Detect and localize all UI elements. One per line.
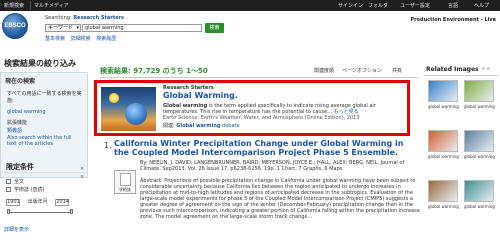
research-starter-related: 関連: Global warming debate xyxy=(163,122,240,129)
limit-full-text[interactable]: 全文 xyxy=(6,178,24,185)
nav-separator xyxy=(30,1,31,10)
searching-label: Searching: Research Starters xyxy=(45,15,124,21)
research-starter-description: Global warming is the term applied speci… xyxy=(163,103,403,115)
checkbox[interactable] xyxy=(6,179,11,184)
publication-date-label: 出版年月 xyxy=(27,199,48,205)
user-settings-link[interactable]: ユーザー設定 xyxy=(400,2,430,9)
refine-results-title: 検索結果の絞り込み xyxy=(4,59,76,68)
result-number: 1. xyxy=(104,141,112,150)
share-menu[interactable]: 共有 xyxy=(392,67,402,74)
advanced-search-link[interactable]: 詳細検索 xyxy=(71,36,91,42)
expander-synonyms[interactable]: 類義語 xyxy=(7,127,22,134)
research-starter-box: Research Starters Global Warming. Global… xyxy=(94,80,410,136)
related-image-caption[interactable]: global warming xyxy=(428,204,460,209)
search-input[interactable]: global warming xyxy=(82,24,202,32)
related-image-thumbnail[interactable] xyxy=(428,180,458,202)
language-menu[interactable]: 言語 xyxy=(448,2,458,9)
related-topic-suffix[interactable]: debate xyxy=(220,123,240,129)
year-from-input[interactable]: 1901 xyxy=(6,199,20,206)
related-image-thumbnail[interactable] xyxy=(428,130,458,152)
related-images-title: Related Images xyxy=(426,66,479,73)
expander-full-text[interactable]: Also search within the full text of the … xyxy=(7,135,75,147)
publication-date-range: 1901 出版年月 2014 xyxy=(6,198,70,206)
environment-label: Production Environment - Live xyxy=(410,17,496,23)
chevron-down-icon: ▾ xyxy=(76,25,79,31)
limit-peer-reviewed[interactable]: 学術誌 (査読) xyxy=(6,186,45,193)
field-select-value: キーワード xyxy=(48,25,74,31)
related-label: 関連: xyxy=(163,123,175,129)
searching-database[interactable]: Research Starters xyxy=(73,15,124,21)
field-select[interactable]: キーワード ▾ xyxy=(45,24,81,32)
basic-search-link[interactable]: 基本検索 xyxy=(45,36,65,42)
related-image-caption[interactable]: global warming xyxy=(428,154,460,159)
result-title-emphasis: Global Warming xyxy=(320,139,393,148)
multimedia-link[interactable]: マルチメディア xyxy=(34,2,69,9)
refine-results-panel: 検索結果の絞り込み 現在の検索 すべての用語に一致する検索を実施: global… xyxy=(0,56,90,240)
search-history-link[interactable]: 検索履歴 xyxy=(96,36,116,42)
research-starter-title[interactable]: Global Warming. xyxy=(163,91,238,100)
results-count: 検索結果: 97,729 のうち 1〜50 xyxy=(100,67,208,75)
related-image-caption[interactable]: global warming xyxy=(464,204,496,209)
research-starter-source: Earth Science: Earth's Weather, Water, a… xyxy=(163,115,360,121)
related-image-thumbnail[interactable] xyxy=(464,180,494,202)
result-abstract: Abstract: Projections of possible precip… xyxy=(140,178,420,220)
related-images-controls[interactable]: « » xyxy=(482,66,490,72)
remove-expander-icon[interactable]: ✕ xyxy=(80,174,86,180)
checkbox[interactable] xyxy=(6,187,11,192)
date-slider-track[interactable] xyxy=(8,212,72,213)
expander-synonyms-label: 類義語 xyxy=(7,128,23,134)
limit-peer-reviewed-label: 学術誌 (査読) xyxy=(14,187,45,193)
top-navigation-bar: 新規検索 マルチメディア サインイン フォルダ ユーザー設定 言語 ヘルプ xyxy=(0,0,500,11)
academic-journal-thumbnail[interactable]: 学術誌 xyxy=(114,170,136,194)
limit-to-title: 限定条件 xyxy=(6,163,34,171)
date-slider-start-handle[interactable] xyxy=(7,209,10,214)
research-starter-image[interactable] xyxy=(101,87,156,131)
current-search-title: 現在の検索 xyxy=(5,78,36,85)
related-topic-link[interactable]: Global warming xyxy=(176,123,220,129)
document-icon xyxy=(120,173,131,186)
page-options-menu[interactable]: ページオプション xyxy=(342,67,382,74)
publication-type-label: 学術誌 xyxy=(119,187,131,192)
result-title-part: California Winter Precipitation Change u… xyxy=(114,139,321,148)
search-sublinks: 基本検索 詳細検索 検索履歴 xyxy=(45,35,120,42)
expanders-label: 拡張機能 xyxy=(7,120,28,126)
related-image-caption[interactable]: global warming xyxy=(428,104,460,109)
expander-full-text-label: Also search within the full text of the … xyxy=(7,135,72,147)
show-more-link[interactable]: 詳細を表示 xyxy=(4,226,29,233)
find-all-label: すべての用語に一致する検索を実施: xyxy=(7,91,82,104)
result-title-link[interactable]: California Winter Precipitation Change u… xyxy=(114,139,420,157)
searching-prefix: Searching: xyxy=(45,15,72,21)
related-image-thumbnail[interactable] xyxy=(464,80,494,102)
sort-relevance-menu[interactable]: 関連度順 xyxy=(314,67,334,74)
limit-full-text-label: 全文 xyxy=(14,179,25,185)
results-divider xyxy=(100,77,418,78)
related-image-caption[interactable]: global warming xyxy=(464,154,496,159)
divider xyxy=(4,172,86,173)
logo-text: EBSCO xyxy=(4,23,26,29)
folder-link[interactable]: フォルダ xyxy=(368,2,388,9)
year-to-input[interactable]: 2014 xyxy=(55,199,70,206)
new-search-link[interactable]: 新規検索 xyxy=(4,2,24,9)
help-link[interactable]: ヘルプ xyxy=(474,2,489,9)
result-citation: By: NEELIN, J. DAVID; LANGENBRUNNER, BAI… xyxy=(140,160,405,172)
sun-graphic xyxy=(109,93,119,103)
earth-graphic xyxy=(125,103,147,125)
related-image-thumbnail[interactable] xyxy=(464,130,494,152)
search-term-value[interactable]: global warming xyxy=(7,109,46,115)
related-image-thumbnail[interactable] xyxy=(428,80,458,102)
sign-in-link[interactable]: サインイン xyxy=(338,2,363,9)
related-image-caption[interactable]: global warming xyxy=(464,104,496,109)
search-button[interactable]: 検索 xyxy=(205,23,224,33)
ebsco-logo[interactable]: EBSCO xyxy=(2,13,28,39)
search-header: EBSCO Searching: Research Starters キーワード… xyxy=(0,11,500,55)
date-slider-end-handle[interactable] xyxy=(70,209,73,214)
related-images-divider xyxy=(424,75,498,76)
